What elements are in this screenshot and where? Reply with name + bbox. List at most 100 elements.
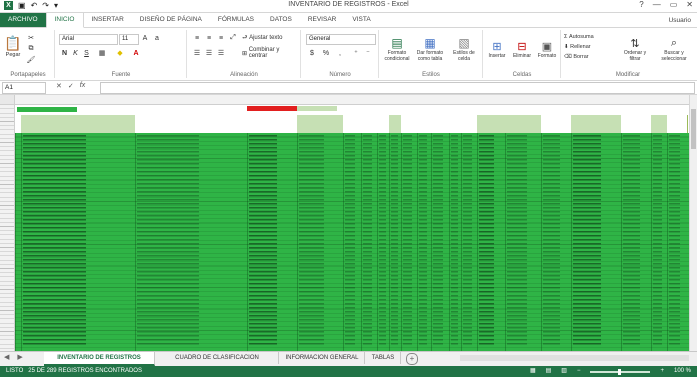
find-select-button[interactable]: ⌕ Buscar y seleccionar — [656, 32, 692, 66]
decrease-font-icon[interactable]: a — [152, 33, 162, 43]
worksheet-grid[interactable] — [0, 95, 697, 351]
insert-cells-button[interactable]: ⊞ Insertar — [486, 32, 508, 66]
conditional-format-button[interactable]: ▤ Formato condicional — [382, 32, 412, 66]
column-data-fill — [669, 135, 680, 347]
select-all-corner[interactable] — [0, 95, 15, 104]
font-color-icon[interactable]: A — [130, 48, 142, 58]
column-header-cell[interactable] — [135, 115, 248, 133]
column-header-cell[interactable] — [667, 115, 688, 133]
cells[interactable] — [15, 105, 690, 351]
fill-button[interactable]: ⬇ Rellenar — [564, 42, 612, 51]
add-sheet-icon[interactable]: + — [406, 353, 418, 365]
sheet-tab-4[interactable]: TABLAS — [366, 352, 401, 364]
name-box[interactable]: A1 — [2, 82, 46, 94]
merge-center-button[interactable]: ⊞ Combinar y centrar — [242, 47, 298, 59]
horizontal-scrollbar[interactable] — [460, 355, 689, 361]
confirm-entry-icon[interactable]: ✓ — [68, 82, 74, 90]
prev-sheet-icon[interactable]: ◀ — [4, 352, 9, 364]
sheet-tab-2[interactable]: CUADRO DE CLASIFICACION — [156, 352, 279, 364]
column-gridline — [247, 133, 248, 351]
minimize-icon[interactable]: — — [653, 0, 661, 9]
font-name-select[interactable]: Arial — [59, 34, 118, 45]
increase-decimal-icon[interactable]: ⁺ — [350, 48, 362, 58]
percent-icon[interactable]: % — [320, 48, 332, 58]
cut-icon[interactable]: ✂ — [26, 33, 36, 42]
column-header-cell[interactable] — [343, 115, 362, 133]
tab-formulas[interactable]: FÓRMULAS — [210, 13, 262, 27]
format-cells-button[interactable]: ▣ Formato — [536, 32, 558, 66]
align-bottom-icon[interactable]: ≡ — [216, 33, 226, 43]
cell-styles-button[interactable]: ▧ Estilos de celda — [448, 32, 480, 66]
decrease-decimal-icon[interactable]: ⁻ — [362, 48, 374, 58]
column-header-cell[interactable] — [505, 115, 542, 133]
column-header-cell[interactable] — [431, 115, 450, 133]
red-marker-cell — [247, 106, 297, 111]
formula-input[interactable] — [100, 82, 695, 94]
delete-cells-button[interactable]: ⊟ Eliminar — [510, 32, 534, 66]
normal-view-icon[interactable]: ▦ — [530, 366, 536, 377]
align-right-icon[interactable]: ☰ — [216, 48, 226, 58]
zoom-level[interactable]: 100 % — [674, 366, 691, 377]
insert-function-icon[interactable]: fx — [80, 82, 85, 90]
column-gridline — [377, 133, 378, 351]
sheet-tab-1[interactable]: INVENTARIO DE REGISTROS — [44, 352, 155, 366]
page-break-icon[interactable]: ▥ — [561, 366, 567, 377]
paste-button[interactable]: 📋 Pegar — [4, 32, 22, 60]
align-left-icon[interactable]: ☰ — [192, 48, 202, 58]
font-size-select[interactable]: 11 — [119, 34, 139, 45]
page-layout-icon[interactable]: ▤ — [546, 366, 552, 377]
increase-font-icon[interactable]: A — [140, 33, 150, 43]
underline-button[interactable]: S — [82, 48, 91, 58]
column-header-cell[interactable] — [361, 115, 378, 133]
tab-data[interactable]: DATOS — [262, 13, 300, 27]
align-center-icon[interactable]: ☰ — [204, 48, 214, 58]
column-header-cell[interactable] — [477, 115, 506, 133]
zoom-slider[interactable] — [590, 368, 651, 375]
bold-button[interactable]: N — [60, 48, 69, 58]
align-top-icon[interactable]: ≡ — [192, 33, 202, 43]
format-as-table-button[interactable]: ▦ Dar formato como tabla — [414, 32, 446, 66]
format-painter-icon[interactable]: 🖌 — [26, 55, 36, 64]
clear-button[interactable]: ⌫ Borrar — [564, 52, 612, 61]
tab-file[interactable]: ARCHIVO — [0, 13, 46, 27]
border-icon[interactable]: ▦ — [96, 48, 108, 58]
number-format-select[interactable]: General — [306, 34, 376, 45]
wrap-text-button[interactable]: ⮐ Ajustar texto — [242, 33, 298, 43]
fill-color-icon[interactable]: ◆ — [114, 48, 126, 58]
comma-icon[interactable]: , — [334, 48, 346, 58]
tab-insert[interactable]: INSERTAR — [84, 13, 132, 27]
column-header-cell[interactable] — [571, 115, 622, 133]
column-header-cell[interactable] — [461, 115, 478, 133]
zoom-out-icon[interactable]: − — [577, 366, 581, 377]
tab-home[interactable]: INICIO — [45, 12, 84, 28]
column-header-cell[interactable] — [651, 115, 668, 133]
help-icon[interactable]: ? — [639, 0, 643, 9]
column-header-cell[interactable] — [401, 115, 418, 133]
close-icon[interactable]: ✕ — [686, 0, 693, 9]
vertical-scroll-thumb[interactable] — [691, 109, 696, 149]
italic-button[interactable]: K — [71, 48, 80, 58]
user-name[interactable]: Usuario — [669, 17, 697, 24]
next-sheet-icon[interactable]: ▶ — [17, 352, 22, 364]
column-header-cell[interactable] — [417, 115, 432, 133]
column-header-cell[interactable] — [541, 115, 572, 133]
tab-page-layout[interactable]: DISEÑO DE PÁGINA — [132, 13, 210, 27]
sheet-tab-3[interactable]: INFORMACION GENERAL — [280, 352, 365, 364]
align-middle-icon[interactable]: ≡ — [204, 33, 214, 43]
restore-icon[interactable]: ▭ — [670, 0, 678, 9]
autosum-button[interactable]: Σ Autosuma — [564, 32, 612, 41]
vertical-scrollbar[interactable] — [689, 95, 697, 351]
number-group: General $ % , ⁺ ⁻ Número — [302, 30, 379, 78]
cancel-entry-icon[interactable]: ✕ — [56, 82, 62, 90]
column-header-cell[interactable] — [621, 115, 652, 133]
orientation-icon[interactable]: ⤢ — [228, 33, 238, 43]
currency-icon[interactable]: $ — [306, 48, 318, 58]
column-header-cell[interactable] — [297, 115, 344, 133]
column-header-cell[interactable] — [247, 115, 298, 133]
zoom-in-icon[interactable]: + — [660, 366, 664, 377]
tab-review[interactable]: REVISAR — [300, 13, 345, 27]
sort-filter-button[interactable]: ⇅ Ordenar y filtrar — [618, 32, 652, 66]
column-header-cell[interactable] — [21, 115, 136, 133]
tab-view[interactable]: VISTA — [344, 13, 378, 27]
copy-icon[interactable]: ⧉ — [26, 44, 36, 53]
